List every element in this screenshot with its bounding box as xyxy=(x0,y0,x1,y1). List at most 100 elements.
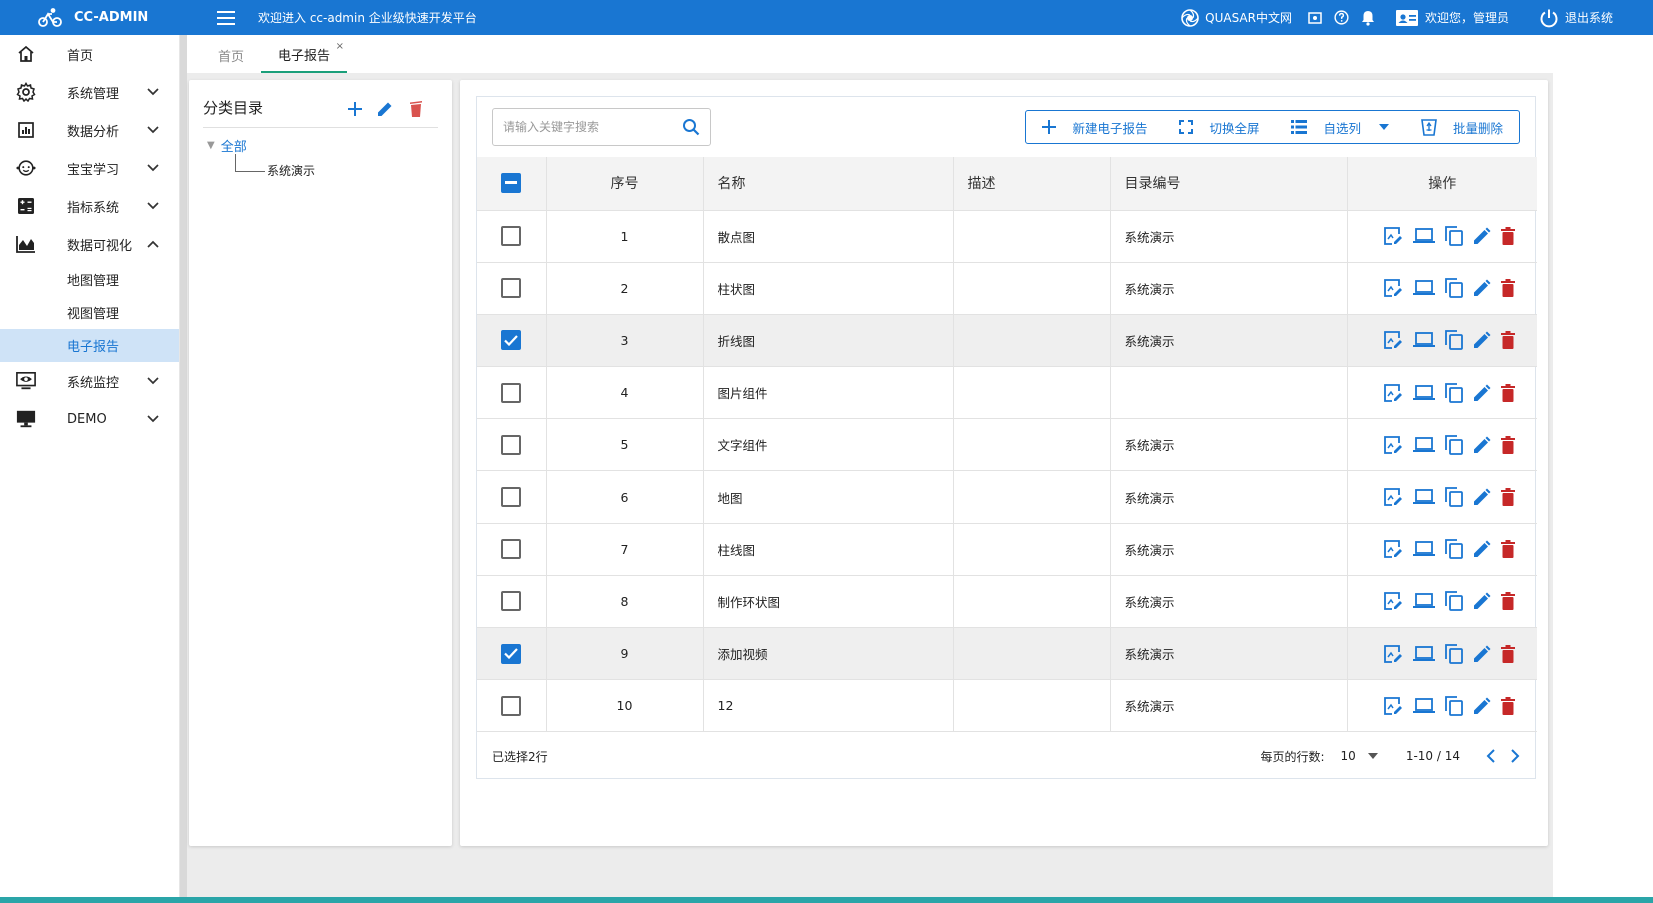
row-checkbox[interactable] xyxy=(501,487,522,508)
copy-report-button[interactable] xyxy=(1445,226,1464,246)
edit-report-button[interactable] xyxy=(1473,331,1491,349)
sidebar-item-demo[interactable]: DEMO xyxy=(0,400,179,438)
tree-node-system-demo[interactable]: 系统演示 xyxy=(235,154,452,184)
copy-report-button[interactable] xyxy=(1445,591,1464,612)
column-header-name[interactable]: 名称 xyxy=(703,157,954,211)
design-report-button[interactable] xyxy=(1383,644,1403,664)
preview-report-button[interactable] xyxy=(1413,436,1436,453)
search-box[interactable] xyxy=(492,108,711,146)
add-category-button[interactable] xyxy=(348,101,362,120)
delete-report-button[interactable] xyxy=(1501,331,1516,350)
design-report-button[interactable] xyxy=(1383,330,1403,350)
select-columns-button[interactable]: 自选列 xyxy=(1275,111,1405,143)
table-row[interactable]: 3 折线图 系统演示 xyxy=(477,314,1537,368)
design-report-button[interactable] xyxy=(1383,696,1403,716)
row-checkbox[interactable] xyxy=(501,226,522,247)
design-report-button[interactable] xyxy=(1383,591,1403,611)
close-icon[interactable]: × xyxy=(336,41,344,52)
column-header-catalog[interactable]: 目录编号 xyxy=(1110,157,1348,211)
sidebar-subitem-view-management[interactable]: 视图管理 xyxy=(0,296,179,329)
copy-report-button[interactable] xyxy=(1445,643,1464,664)
table-row[interactable]: 5 文字组件 系统演示 xyxy=(477,418,1537,472)
row-checkbox[interactable] xyxy=(501,330,522,351)
sidebar-item-baby-learning[interactable]: 宝宝学习 xyxy=(0,149,179,187)
design-report-button[interactable] xyxy=(1383,539,1403,559)
fullscreen-button[interactable]: 切换全屏 xyxy=(1163,111,1275,143)
row-checkbox[interactable] xyxy=(501,382,522,403)
edit-report-button[interactable] xyxy=(1473,697,1491,715)
preview-report-button[interactable] xyxy=(1413,280,1436,296)
tab-home[interactable]: 首页 xyxy=(201,37,261,73)
search-input[interactable] xyxy=(503,120,682,134)
row-checkbox[interactable] xyxy=(501,278,522,299)
preview-report-button[interactable] xyxy=(1413,645,1436,662)
edit-report-button[interactable] xyxy=(1473,488,1491,506)
edit-report-button[interactable] xyxy=(1473,227,1491,245)
delete-report-button[interactable] xyxy=(1501,279,1516,298)
sidebar-item-data-visualization[interactable]: 数据可视化 xyxy=(0,225,179,263)
edit-report-button[interactable] xyxy=(1473,540,1491,558)
table-row[interactable]: 8 制作环状图 系统演示 xyxy=(477,575,1537,629)
delete-category-button[interactable] xyxy=(408,100,424,122)
copy-report-button[interactable] xyxy=(1445,434,1464,455)
preview-report-button[interactable] xyxy=(1413,489,1436,505)
delete-report-button[interactable] xyxy=(1501,383,1516,402)
edit-report-button[interactable] xyxy=(1473,436,1491,454)
preview-report-button[interactable] xyxy=(1413,228,1436,244)
column-header-no[interactable]: 序号 xyxy=(546,157,704,211)
tab-e-report[interactable]: 电子报告 × xyxy=(261,37,348,73)
help-button[interactable] xyxy=(1334,10,1349,25)
tree-node-all[interactable]: ▼ 全部 xyxy=(207,134,452,156)
design-report-button[interactable] xyxy=(1383,226,1403,246)
delete-report-button[interactable] xyxy=(1501,644,1516,663)
notification-button[interactable] xyxy=(1361,10,1375,26)
row-checkbox[interactable] xyxy=(501,643,522,664)
sidebar-item-home[interactable]: 首页 xyxy=(0,35,179,73)
edit-report-button[interactable] xyxy=(1473,279,1491,297)
quasar-link[interactable]: QUASAR中文网 xyxy=(1181,8,1292,27)
preview-report-button[interactable] xyxy=(1413,593,1436,609)
batch-delete-button[interactable]: 批量删除 xyxy=(1405,111,1519,143)
app-logo[interactable]: CC-ADMIN xyxy=(0,7,190,28)
delete-report-button[interactable] xyxy=(1501,696,1516,715)
design-report-button[interactable] xyxy=(1383,487,1403,507)
delete-report-button[interactable] xyxy=(1501,227,1516,246)
next-page-button[interactable] xyxy=(1510,749,1520,764)
sidebar-subitem-e-report[interactable]: 电子报告 xyxy=(0,329,179,362)
sidebar-item-metrics[interactable]: 指标系统 xyxy=(0,187,179,225)
select-all-checkbox[interactable] xyxy=(501,173,522,194)
preview-report-button[interactable] xyxy=(1413,541,1436,557)
screenshot-button[interactable] xyxy=(1308,11,1322,25)
preview-report-button[interactable] xyxy=(1413,384,1436,401)
menu-toggle-button[interactable] xyxy=(206,10,246,25)
table-row[interactable]: 6 地图 系统演示 xyxy=(477,470,1537,524)
sidebar-item-system[interactable]: 系统管理 xyxy=(0,73,179,111)
copy-report-button[interactable] xyxy=(1445,487,1464,507)
edit-report-button[interactable] xyxy=(1473,645,1491,663)
search-icon[interactable] xyxy=(682,118,700,136)
prev-page-button[interactable] xyxy=(1486,749,1496,764)
edit-report-button[interactable] xyxy=(1473,384,1491,402)
edit-report-button[interactable] xyxy=(1473,592,1491,610)
copy-report-button[interactable] xyxy=(1445,695,1464,716)
table-row[interactable]: 9 添加视频 系统演示 xyxy=(477,627,1537,681)
new-report-button[interactable]: 新建电子报告 xyxy=(1026,111,1163,143)
table-row[interactable]: 10 12 系统演示 xyxy=(477,679,1537,733)
design-report-button[interactable] xyxy=(1383,278,1403,298)
row-checkbox[interactable] xyxy=(501,591,522,612)
copy-report-button[interactable] xyxy=(1445,539,1464,560)
preview-report-button[interactable] xyxy=(1413,332,1436,348)
logout-button[interactable]: 退出系统 xyxy=(1539,8,1613,28)
delete-report-button[interactable] xyxy=(1501,435,1516,454)
edit-category-button[interactable] xyxy=(376,100,394,122)
table-row[interactable]: 2 柱状图 系统演示 xyxy=(477,262,1537,315)
design-report-button[interactable] xyxy=(1383,435,1403,455)
delete-report-button[interactable] xyxy=(1501,488,1516,507)
column-header-description[interactable]: 描述 xyxy=(953,157,1111,211)
rows-per-page-select[interactable]: 10 xyxy=(1341,749,1378,763)
sidebar-item-analytics[interactable]: 数据分析 xyxy=(0,111,179,149)
preview-report-button[interactable] xyxy=(1413,697,1436,714)
sidebar-subitem-map-management[interactable]: 地图管理 xyxy=(0,263,179,296)
copy-report-button[interactable] xyxy=(1445,278,1464,299)
table-row[interactable]: 4 图片组件 xyxy=(477,366,1537,420)
